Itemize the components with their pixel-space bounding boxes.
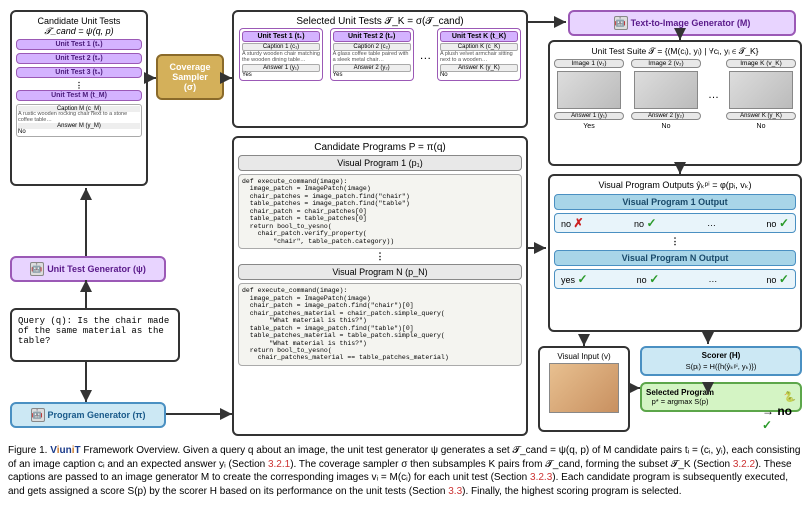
check-icon: ✓ xyxy=(762,418,772,432)
output-n-label: Visual Program N Output xyxy=(554,250,796,266)
output-n-row: yes ✓ no ✓ … no ✓ xyxy=(554,269,796,289)
cand-answer-val: No xyxy=(18,129,140,135)
candidate-unit-tests-box: Candidate Unit Tests 𝓣_cand = ψ(q, p) Un… xyxy=(10,10,148,186)
unit-test-suite-box: Unit Test Suite 𝓣 = {(M(cᵢ), yᵢ) | ∀cᵢ, … xyxy=(548,40,802,166)
cross-icon: ✗ xyxy=(574,216,584,230)
candidate-tests-formula: 𝓣_cand = ψ(q, p) xyxy=(16,26,142,37)
query-box: Query (q): Is the chair made of the same… xyxy=(10,308,180,362)
cand-item-1: Unit Test 1 (t₁) xyxy=(16,39,142,50)
framework-diagram: Candidate Unit Tests 𝓣_cand = ψ(q, p) Un… xyxy=(8,8,803,438)
visual-input-label: Visual Input (v) xyxy=(544,352,624,361)
scorer-box: Scorer (H) S(pᵢ) = H({h(ŷₖᵖⁱ, yₖ)}) xyxy=(640,346,802,376)
coverage-label: Coverage Sampler xyxy=(162,62,218,82)
cand-item-3: Unit Test 3 (t₃) xyxy=(16,67,142,78)
thumb-1 xyxy=(557,71,621,109)
cand-item-m: Unit Test M (t_M) xyxy=(16,90,142,101)
suite-img-k: Image K (v_K) Answer K (y_K) No xyxy=(726,59,796,130)
visual-input-box: Visual Input (v) xyxy=(538,346,630,432)
suite-header: Unit Test Suite 𝓣 = {(M(cᵢ), yᵢ) | ∀cᵢ, … xyxy=(554,46,796,57)
program-n-label: Visual Program N (p_N) xyxy=(238,264,522,280)
coverage-sampler-box: Coverage Sampler (σ) xyxy=(156,54,224,100)
figure-caption: Figure 1. ViuniT Framework Overview. Giv… xyxy=(8,444,803,498)
output-1-label: Visual Program 1 Output xyxy=(554,194,796,210)
check-icon: ✓ xyxy=(578,272,588,286)
robot-icon: 🤖 xyxy=(31,408,45,422)
program-1-label: Visual Program 1 (p₁) xyxy=(238,155,522,171)
selected-formula: p* = argmax S(p) xyxy=(652,397,709,406)
thumb-2 xyxy=(634,71,698,109)
candidate-tests-header: Candidate Unit Tests xyxy=(16,16,142,26)
selected-header: Selected Unit Tests 𝓣_K = σ(𝓣_cand) xyxy=(238,16,522,27)
robot-icon: 🤖 xyxy=(30,262,44,276)
program-outputs-box: Visual Program Outputs ŷₖᵖⁱ = φ(pᵢ, vₖ) … xyxy=(548,174,802,332)
programs-header: Candidate Programs P = π(q) xyxy=(238,142,522,153)
python-icon: 🐍 xyxy=(784,392,796,403)
pg-label: Program Generator (π) xyxy=(48,410,146,420)
visual-input-thumb xyxy=(549,363,619,413)
suite-img-2: Image 2 (v₂) Answer 2 (y₂) No xyxy=(631,59,701,130)
t2i-label: Text-to-Image Generator (M) xyxy=(631,18,751,28)
program-n-code: def execute_command(image): image_patch … xyxy=(238,283,522,366)
cand-caption-text: A rustic wooden rocking chair next to a … xyxy=(18,112,140,123)
unit-test-generator-box: 🤖 Unit Test Generator (ψ) xyxy=(10,256,166,282)
selected-item-k: Unit Test K (t_K) Caption K (c_K) A plus… xyxy=(437,28,521,81)
cand-item-2: Unit Test 2 (t₂) xyxy=(16,53,142,64)
check-icon: ✓ xyxy=(649,272,659,286)
final-result: → no ✓ xyxy=(762,404,803,432)
coverage-sigma: (σ) xyxy=(162,82,218,92)
suite-ellipsis: … xyxy=(708,89,719,101)
check-icon: ✓ xyxy=(779,216,789,230)
program-1-code: def execute_command(image): image_patch … xyxy=(238,174,522,249)
query-text: Query (q): Is the chair made of the same… xyxy=(18,316,169,346)
outputs-header: Visual Program Outputs ŷₖᵖⁱ = φ(pᵢ, vₖ) xyxy=(554,180,796,191)
text-to-image-generator-box: 🤖 Text-to-Image Generator (M) xyxy=(568,10,796,36)
scorer-area: Scorer (H) S(pᵢ) = H({h(ŷₖᵖⁱ, yₖ)}) Sele… xyxy=(640,346,802,412)
selected-unit-tests-box: Selected Unit Tests 𝓣_K = σ(𝓣_cand) Unit… xyxy=(232,10,528,128)
candidate-programs-box: Candidate Programs P = π(q) Visual Progr… xyxy=(232,136,528,436)
thumb-k xyxy=(729,71,793,109)
utg-label: Unit Test Generator (ψ) xyxy=(47,264,146,274)
suite-img-1: Image 1 (v₁) Answer 1 (y₁) Yes xyxy=(554,59,624,130)
output-1-row: no ✗ no ✓ … no ✓ xyxy=(554,213,796,233)
selected-item-2: Unit Test 2 (t₂) Caption 2 (c₂) A glass … xyxy=(330,28,414,81)
robot-icon: 🤖 xyxy=(614,16,628,30)
scorer-formula: S(pᵢ) = H({h(ŷₖᵖⁱ, yₖ)}) xyxy=(645,362,797,371)
check-icon: ✓ xyxy=(779,272,789,286)
check-icon: ✓ xyxy=(647,216,657,230)
selected-item-1: Unit Test 1 (t₁) Caption 1 (c₁) A sturdy… xyxy=(239,28,323,81)
program-generator-box: 🤖 Program Generator (π) xyxy=(10,402,166,428)
